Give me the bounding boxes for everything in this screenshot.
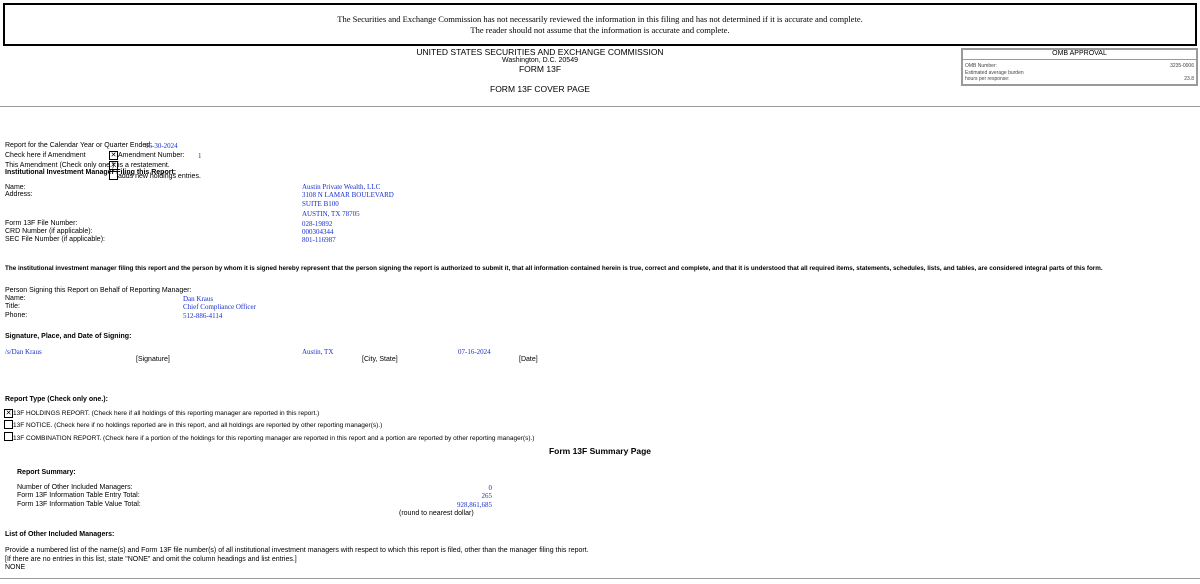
divider <box>0 106 1200 107</box>
sec-value: 801-116987 <box>302 236 336 244</box>
manager-name-value: Austin Private Wealth, LLC <box>302 183 381 191</box>
holdings-report-label: 13F HOLDINGS REPORT. (Check here if all … <box>13 410 320 417</box>
signer-title-label: Title: <box>5 303 20 310</box>
summary-heading: Report Summary: <box>17 469 76 476</box>
amendment-label: Check here if Amendment <box>5 152 86 159</box>
bottom-divider <box>0 578 1200 579</box>
omb-hours-value: 23.8 <box>1184 76 1194 82</box>
signature-caption: [Signature] <box>136 356 170 363</box>
amendment-type-label: This Amendment (Check only one.): <box>5 162 117 169</box>
notice-report-checkbox[interactable] <box>4 420 13 429</box>
signer-heading: Person Signing this Report on Behalf of … <box>5 287 192 294</box>
omb-number-value: 3235-0006 <box>1170 63 1194 69</box>
file-number-label: Form 13F File Number: <box>5 220 78 227</box>
report-type-heading: Report Type (Check only one.): <box>5 396 108 403</box>
signer-phone-value: 512-886-4114 <box>183 312 223 320</box>
combination-report-checkbox[interactable] <box>4 432 13 441</box>
cover-page-title: FORM 13F COVER PAGE <box>490 84 590 94</box>
combination-report-label: 13F COMBINATION REPORT. (Check here if a… <box>13 435 535 442</box>
other-managers-instruction-1: Provide a numbered list of the name(s) a… <box>5 547 589 554</box>
other-managers-label: Number of Other Included Managers: <box>17 484 133 491</box>
representation-statement: The institutional investment manager fil… <box>5 265 1103 272</box>
signer-title-value: Chief Compliance Officer <box>183 303 256 311</box>
manager-address-line-3: AUSTIN, TX 78705 <box>302 210 360 218</box>
agency-title: UNITED STATES SECURITIES AND EXCHANGE CO… <box>416 47 664 57</box>
entry-total-value: 265 <box>481 492 493 500</box>
report-period-label: Report for the Calendar Year or Quarter … <box>5 142 153 149</box>
crd-label: CRD Number (if applicable): <box>5 228 93 235</box>
file-number-value: 028-19892 <box>302 220 333 228</box>
notice-report-label: 13F NOTICE. (Check here if no holdings r… <box>13 422 383 429</box>
signature-place-value: Austin, TX <box>302 348 334 356</box>
manager-address-label: Address: <box>5 191 33 198</box>
signature-date-caption: [Date] <box>519 356 538 363</box>
manager-name-label: Name: <box>5 184 26 191</box>
amendment-checkbox[interactable]: ✕ <box>109 151 118 160</box>
other-managers-value: NONE <box>5 564 26 571</box>
crd-value: 000304344 <box>302 228 334 236</box>
signature-heading: Signature, Place, and Date of Signing: <box>5 333 132 340</box>
rounding-note: (round to nearest dollar) <box>399 510 474 517</box>
omb-number-label: OMB Number: <box>965 63 997 69</box>
notice-line-1: The Securities and Exchange Commission h… <box>337 14 863 24</box>
manager-address-line-2: SUITE B100 <box>302 200 339 208</box>
value-total-value: 928,861,685 <box>457 501 492 509</box>
entry-total-label: Form 13F Information Table Entry Total: <box>17 492 140 499</box>
holdings-report-checkbox[interactable]: ✕ <box>4 409 13 418</box>
signature-date-value: 07-16-2024 <box>458 348 491 356</box>
notice-line-2: The reader should not assume that the in… <box>470 25 730 35</box>
amendment-number-value: 1 <box>198 152 202 160</box>
manager-heading: Institutional Investment Manager Filing … <box>5 169 177 176</box>
other-managers-instruction-2: [If there are no entries in this list, s… <box>5 556 297 563</box>
other-managers-value: 0 <box>488 484 493 492</box>
notice-box: The Securities and Exchange Commission h… <box>3 3 1197 46</box>
signer-phone-label: Phone: <box>5 312 28 319</box>
omb-hours-label: hours per response: <box>965 76 1010 82</box>
signer-name-value: Dan Kraus <box>183 295 214 303</box>
value-total-label: Form 13F Information Table Value Total: <box>17 501 141 508</box>
manager-address-line-1: 3108 N LAMAR BOULEVARD <box>302 191 394 199</box>
restatement-label: is a restatement. <box>118 162 170 169</box>
signature-value: /s/Dan Kraus <box>5 348 42 356</box>
sec-label: SEC File Number (if applicable): <box>5 236 105 243</box>
other-managers-heading: List of Other Included Managers: <box>5 531 115 538</box>
report-period-value: 06-30-2024 <box>145 142 178 150</box>
signature-place-caption: [City, State] <box>362 356 398 363</box>
summary-page-title: Form 13F Summary Page <box>548 446 652 456</box>
form-name: FORM 13F <box>518 64 562 74</box>
omb-title: OMB APPROVAL <box>963 50 1196 60</box>
signer-name-label: Name: <box>5 295 26 302</box>
amendment-number-label: Amendment Number: <box>118 152 185 159</box>
agency-location: Washington, D.C. 20549 <box>501 57 578 64</box>
omb-approval-box: OMB APPROVAL OMB Number: 3235-0006 Estim… <box>961 48 1198 86</box>
